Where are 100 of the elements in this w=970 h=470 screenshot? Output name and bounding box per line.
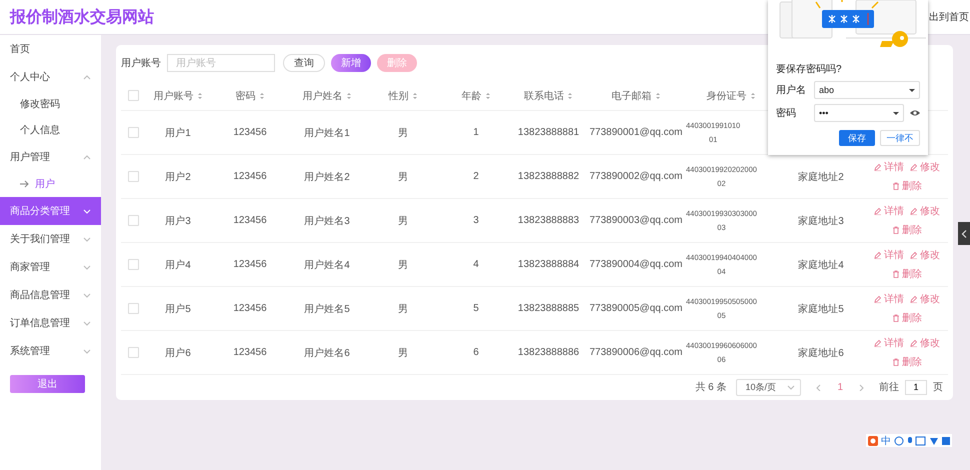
- pencil-icon: [910, 251, 918, 259]
- pencil-icon: [910, 163, 918, 171]
- chevron-down-icon: [83, 208, 91, 214]
- chevron-left-icon: [815, 384, 824, 390]
- never-button[interactable]: 一律不: [880, 130, 920, 146]
- table-cell: 13823888884: [518, 259, 580, 270]
- sort-icon: [750, 92, 756, 100]
- checkbox[interactable]: [128, 303, 138, 314]
- pencil-icon: [910, 339, 918, 347]
- chevron-down-icon: [83, 348, 91, 354]
- pencil-icon: [910, 295, 918, 303]
- sort-icon: [412, 92, 418, 100]
- edit-link[interactable]: 修改: [910, 160, 940, 174]
- site-title: 报价制酒水交易网站: [10, 7, 154, 28]
- menu-item[interactable]: 商品分类管理: [0, 197, 101, 225]
- delete-link[interactable]: 删除: [892, 355, 922, 369]
- column-header[interactable]: 用户姓名: [302, 88, 352, 102]
- table-cell-text: 用户5: [165, 302, 191, 316]
- trash-icon: [892, 358, 900, 366]
- menu-item[interactable]: 首页: [0, 35, 101, 63]
- password-field[interactable]: •••: [814, 104, 904, 122]
- sort-icon: [654, 92, 660, 100]
- pencil-icon: [874, 251, 882, 259]
- delete-link[interactable]: 删除: [892, 311, 922, 325]
- detail-link[interactable]: 详情: [874, 248, 904, 262]
- column-header[interactable]: 年龄: [462, 88, 490, 102]
- chevron-left-icon: [961, 230, 967, 238]
- table-cell-text: 用户姓名2: [304, 170, 350, 184]
- column-header[interactable]: 性别: [388, 88, 418, 102]
- submenu-item[interactable]: 个人信息: [0, 117, 101, 143]
- detail-link[interactable]: 详情: [874, 292, 904, 306]
- collapse-handle[interactable]: [958, 222, 970, 245]
- column-header[interactable]: 电子邮箱: [612, 88, 660, 102]
- trash-icon: [892, 270, 900, 278]
- chevron-up-icon: [83, 154, 91, 160]
- query-button[interactable]: 查询: [283, 54, 325, 72]
- table-cell: 773890006@qq.com: [590, 347, 682, 358]
- menu-item[interactable]: 系统管理: [0, 337, 101, 365]
- add-button[interactable]: 新增: [331, 54, 371, 72]
- checkbox[interactable]: [128, 127, 138, 138]
- column-header[interactable]: 联系电话: [524, 88, 573, 102]
- table-cell-text: 男: [398, 126, 408, 140]
- table-cell: 123456: [233, 303, 267, 314]
- table-cell-text: 用户姓名5: [304, 302, 350, 316]
- page-input[interactable]: 1: [905, 380, 927, 394]
- home-link[interactable]: 出到首页: [929, 10, 969, 24]
- edit-link[interactable]: 修改: [910, 292, 940, 306]
- menu-item[interactable]: 商品信息管理: [0, 281, 101, 309]
- sort-icon: [196, 92, 202, 100]
- edit-link[interactable]: 修改: [910, 248, 940, 262]
- table-cell: 773890002@qq.com: [590, 171, 682, 182]
- menu-item[interactable]: 个人中心: [0, 63, 101, 91]
- table-cell: 773890003@qq.com: [590, 215, 682, 226]
- save-button[interactable]: 保存: [839, 130, 875, 146]
- table-cell-text: 男: [398, 302, 408, 316]
- column-header[interactable]: 用户账号: [154, 88, 202, 102]
- delete-link[interactable]: 删除: [892, 179, 922, 193]
- table-cell-text: 用户姓名4: [304, 258, 350, 272]
- page-number[interactable]: 1: [837, 382, 843, 392]
- column-header[interactable]: 密码: [236, 88, 264, 102]
- pencil-icon: [874, 339, 882, 347]
- username-field[interactable]: abo: [814, 81, 920, 99]
- detail-link[interactable]: 详情: [874, 336, 904, 350]
- delete-link[interactable]: 删除: [892, 267, 922, 281]
- detail-link[interactable]: 详情: [874, 160, 904, 174]
- submenu-item[interactable]: 修改密码: [0, 91, 101, 117]
- checkbox[interactable]: [128, 90, 138, 101]
- delete-link[interactable]: 删除: [892, 223, 922, 237]
- search-field[interactable]: 用户账号: [167, 54, 275, 72]
- checkbox[interactable]: [128, 259, 138, 270]
- menu-item[interactable]: 商家管理: [0, 253, 101, 281]
- page-size-select[interactable]: 10条/页: [736, 378, 802, 396]
- checkbox[interactable]: [128, 171, 138, 182]
- chevron-up-icon: [83, 74, 91, 80]
- checkbox[interactable]: [128, 215, 138, 226]
- detail-link[interactable]: 详情: [874, 204, 904, 218]
- chevron-down-icon: [83, 264, 91, 270]
- ime-toolbar[interactable]: 中: [866, 434, 952, 447]
- table-cell: 123456: [233, 347, 267, 358]
- pencil-icon: [874, 207, 882, 215]
- logout-button[interactable]: 退出: [10, 375, 85, 393]
- menu-item[interactable]: 用户管理: [0, 143, 101, 171]
- pencil-icon: [910, 207, 918, 215]
- edit-link[interactable]: 修改: [910, 204, 940, 218]
- arrow-right-icon: [20, 180, 29, 188]
- menu-item[interactable]: 订单信息管理: [0, 309, 101, 337]
- table-cell-text: 用户1: [165, 126, 191, 140]
- menu-item[interactable]: 关于我们管理: [0, 225, 101, 253]
- chevron-down-icon: [83, 320, 91, 326]
- edit-link[interactable]: 修改: [910, 336, 940, 350]
- table-cell: 6: [473, 347, 479, 358]
- table-cell: 1: [473, 127, 479, 138]
- page-suffix: 页: [933, 381, 943, 394]
- column-header[interactable]: 身份证号: [706, 88, 756, 102]
- table-cell: 13823888882: [518, 171, 580, 182]
- table-cell-text: 男: [398, 258, 408, 272]
- total-count: 共 6 条: [695, 380, 726, 394]
- submenu-item[interactable]: 用户: [0, 171, 101, 197]
- sort-icon: [258, 92, 264, 100]
- checkbox[interactable]: [128, 347, 138, 358]
